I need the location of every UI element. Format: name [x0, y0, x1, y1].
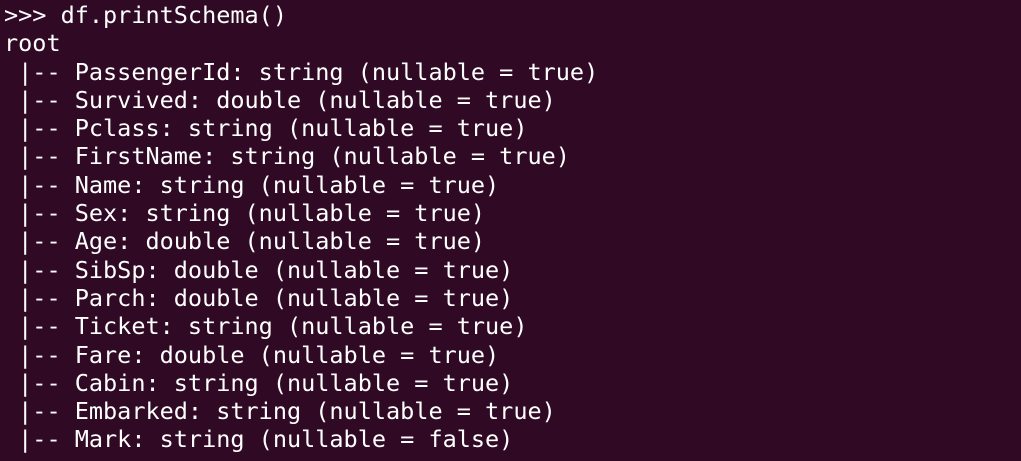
python-prompt: >>> [4, 1, 61, 29]
schema-field-line: |-- Cabin: string (nullable = true) [4, 368, 514, 397]
command-line: >>> df.printSchema() [4, 1, 1021, 29]
schema-field-line: |-- Age: double (nullable = true) [4, 227, 486, 256]
schema-field-line: |-- Mark: string (nullable = false) [4, 425, 514, 454]
schema-field-line: |-- Ticket: string (nullable = true) [4, 312, 528, 341]
schema-field-line: |-- Sex: string (nullable = true) [4, 199, 486, 228]
schema-field-line: |-- Embarked: string (nullable = true) [4, 397, 556, 426]
schema-field-line: |-- SibSp: double (nullable = true) [4, 255, 514, 284]
schema-field-line: |-- PassengerId: string (nullable = true… [4, 57, 599, 86]
terminal-window[interactable]: >>> df.printSchema() root |-- PassengerI… [0, 0, 1021, 461]
schema-field-line: |-- Survived: double (nullable = true) [4, 85, 556, 114]
schema-root-label: root [4, 29, 61, 58]
schema-field-line: |-- Pclass: string (nullable = true) [4, 114, 528, 143]
schema-field-line: |-- Name: string (nullable = true) [4, 170, 500, 199]
schema-field-line: |-- Parch: double (nullable = true) [4, 283, 514, 312]
schema-field-line: |-- FirstName: string (nullable = true) [4, 142, 570, 171]
schema-field-line: |-- Fare: double (nullable = true) [4, 340, 500, 369]
command-text: df.printSchema() [60, 1, 287, 29]
